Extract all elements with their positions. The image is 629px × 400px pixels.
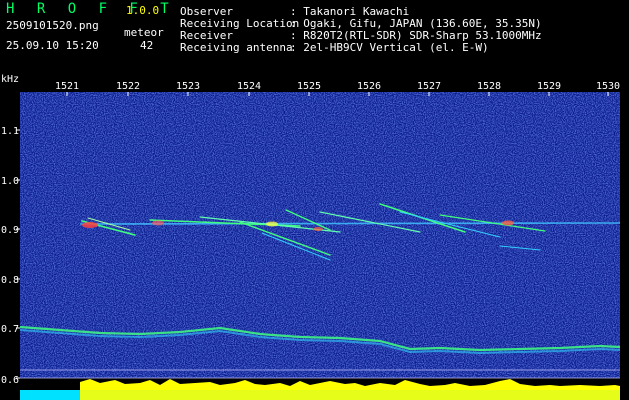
y-tick-label: 0.9	[1, 225, 19, 236]
y-tick-label: 1.0	[1, 176, 19, 187]
x-tick-label: 1525	[297, 81, 321, 92]
x-tick-label: 1524	[237, 81, 261, 92]
echo-hotspot	[82, 222, 98, 228]
x-tick-label: 1522	[116, 81, 140, 92]
x-tick-label: 1530	[596, 81, 620, 92]
y-tick-label: 0.6	[1, 375, 19, 386]
x-tick-label: 1529	[537, 81, 561, 92]
spectrogram: kHz 1.1 1.0 0.9 0.8 0.7 0.6 1521 1522 15…	[0, 72, 629, 400]
x-tick-label: 1521	[55, 81, 79, 92]
echo-hotspot	[152, 220, 164, 226]
y-tick-label: 0.7	[1, 324, 19, 335]
echo-hotspot	[313, 227, 323, 231]
right-border	[620, 92, 629, 400]
x-tick-label: 1526	[357, 81, 381, 92]
x-tick-label: 1523	[176, 81, 200, 92]
hrofft-window: H R O F F T 1.0.0 2509101520.png 25.09.1…	[0, 0, 629, 400]
x-tick-label: 1527	[417, 81, 441, 92]
echo-hotspot	[266, 221, 278, 227]
echo-hotspot	[502, 220, 514, 226]
x-tick-label: 1528	[477, 81, 501, 92]
y-tick-label: 1.1	[1, 126, 19, 137]
y-tick-label: 0.8	[1, 275, 19, 286]
noise-texture	[20, 92, 620, 378]
y-axis-unit: kHz	[1, 74, 19, 85]
level-floor-overlay	[80, 388, 620, 400]
